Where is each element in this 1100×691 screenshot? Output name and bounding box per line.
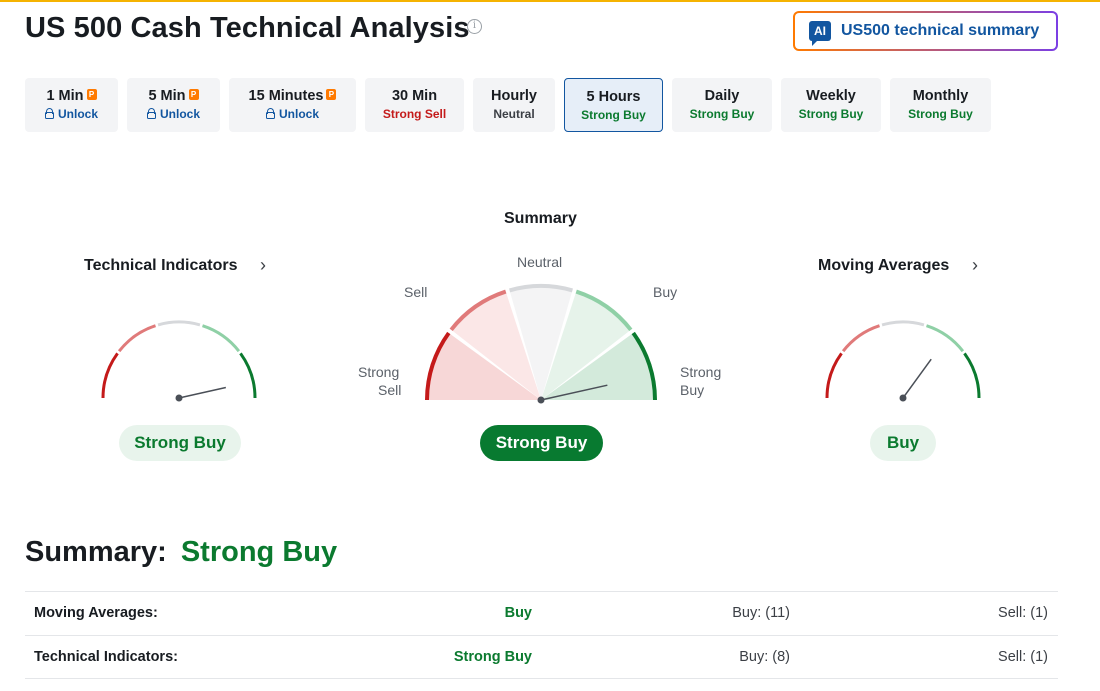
tab-label: 15 Minutes (248, 88, 324, 104)
gauge-needle-pivot (175, 394, 183, 402)
row-sell-count: Sell: (1) (998, 605, 1048, 621)
tab-status: Unlock (159, 107, 200, 121)
gauge-needle (178, 386, 227, 399)
lock-icon (44, 107, 54, 119)
tab-5-min[interactable]: 5 Min P Unlock (127, 78, 220, 132)
moving-averages-title[interactable]: Moving Averages (818, 257, 949, 275)
pro-icon: P (86, 89, 97, 100)
tab-monthly[interactable]: Monthly Strong Buy (890, 78, 991, 132)
summary-gauge-title: Summary (504, 210, 577, 227)
moving-averages-gauge (825, 320, 981, 402)
tab-status: Strong Buy (908, 107, 973, 121)
tab-5-hours[interactable]: 5 Hours Strong Buy (564, 78, 663, 132)
summary-row-technical-indicators: Technical Indicators: Strong Buy Buy: (8… (25, 635, 1058, 679)
row-signal: Buy (504, 605, 532, 621)
tab-label: Hourly (491, 88, 537, 104)
gauge-label-strong-sell-line1: Strong (358, 364, 400, 380)
pro-icon: P (326, 89, 337, 100)
tab-label: 5 Hours (586, 89, 641, 105)
tab-15-minutes[interactable]: 15 Minutes P Unlock (229, 78, 356, 132)
tab-status: Strong Sell (382, 107, 447, 121)
tab-1-min[interactable]: 1 Min P Unlock (25, 78, 118, 132)
gauge-arc-strong-buy (963, 352, 981, 399)
summary-heading: Summary: Strong Buy (25, 536, 337, 569)
row-label: Moving Averages: (34, 605, 158, 621)
tab-status: Unlock (57, 107, 98, 121)
ai-summary-button[interactable]: AI US500 technical summary (793, 11, 1058, 51)
chevron-right-icon[interactable]: › (972, 255, 978, 276)
tab-hourly[interactable]: Hourly Neutral (473, 78, 555, 132)
gauge-label-strong-sell-line2: Sell (378, 382, 402, 398)
tab-status: Unlock (278, 107, 319, 121)
info-icon[interactable]: i (467, 19, 482, 34)
ai-summary-label: US500 technical summary (841, 22, 1040, 39)
tab-label: Daily (704, 88, 740, 104)
gauge-arc-neutral (881, 320, 925, 327)
pro-icon: P (188, 89, 199, 100)
lock-icon (265, 107, 275, 119)
moving-averages-result: Buy (870, 425, 936, 461)
summary-result: Strong Buy (480, 425, 603, 461)
gauge-arc-strong-buy (239, 352, 257, 399)
page-title: US 500 Cash Technical Analysis (25, 12, 470, 44)
row-buy-count: Buy: (11) (732, 605, 790, 621)
row-sell-count: Sell: (1) (998, 649, 1048, 665)
gauge-arc-sell (841, 324, 880, 353)
summary-row-moving-averages: Moving Averages: Buy Buy: (11) Sell: (1) (25, 591, 1058, 635)
gauge-arc-neutral (157, 320, 201, 327)
summary-gauge (425, 284, 657, 404)
gauge-needle-pivot (537, 396, 545, 404)
tab-status: Strong Buy (689, 107, 755, 121)
tab-label: 30 Min (391, 88, 438, 104)
row-signal: Strong Buy (453, 649, 532, 665)
technical-indicators-result: Strong Buy (119, 425, 241, 461)
gauge-label-strong-buy-line2: Buy (680, 382, 705, 398)
tab-30-min[interactable]: 30 Min Strong Sell (365, 78, 464, 132)
gauge-arc-strong-sell (101, 352, 119, 399)
tab-status: Neutral (493, 107, 535, 121)
tab-label: Monthly (912, 88, 969, 104)
gauge-label-neutral: Neutral (517, 254, 563, 270)
chevron-right-icon[interactable]: › (260, 255, 266, 276)
tab-label: 1 Min (46, 88, 84, 104)
gauge-arc-buy (926, 324, 965, 353)
lock-icon (146, 107, 156, 119)
tab-weekly[interactable]: Weekly Strong Buy (781, 78, 881, 132)
gauge-label-strong-buy-line1: Strong (680, 364, 722, 380)
gauge-needle (902, 358, 932, 399)
technical-indicators-title[interactable]: Technical Indicators (84, 257, 238, 275)
ai-chat-icon: AI (809, 21, 831, 46)
row-label: Technical Indicators: (34, 649, 178, 665)
tab-daily[interactable]: Daily Strong Buy (672, 78, 772, 132)
tab-status: Strong Buy (581, 108, 646, 122)
top-accent-line (0, 0, 1100, 2)
technical-indicators-gauge (101, 320, 257, 402)
summary-heading-value: Strong Buy (180, 536, 338, 568)
gauge-arc-buy (202, 324, 241, 353)
gauge-arc-strong-sell (825, 352, 843, 399)
row-buy-count: Buy: (8) (739, 649, 790, 665)
tab-status: Strong Buy (798, 107, 864, 121)
summary-heading-label: Summary: (25, 536, 167, 568)
gauge-arc-sell (117, 324, 156, 353)
tab-label: Weekly (806, 88, 856, 104)
tab-label: 5 Min (148, 88, 186, 104)
gauge-needle-pivot (899, 394, 907, 402)
